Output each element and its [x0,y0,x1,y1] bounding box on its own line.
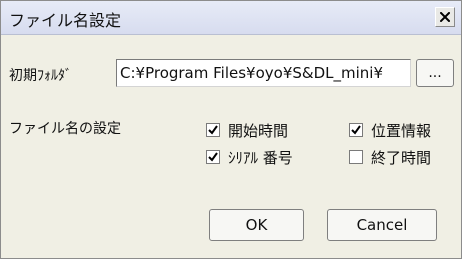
start-time-checkbox[interactable] [206,123,220,137]
location-info-checkbox[interactable] [349,123,363,137]
checkmark-icon [208,152,218,162]
filename-settings-label: ファイル名の設定 [9,121,121,137]
checkmark-icon [208,125,218,135]
ok-button[interactable]: OK [209,209,304,241]
initial-folder-label: 初期ﾌｫﾙﾀﾞ [9,68,72,84]
end-time-label: 終了時間 [371,149,432,167]
window-title: ファイル名設定 [9,11,122,30]
start-time-label: 開始時間 [228,122,289,140]
serial-number-label: ｼﾘｱﾙ 番号 [228,149,293,167]
close-button[interactable] [435,7,455,27]
initial-folder-input[interactable] [116,59,411,87]
browse-button[interactable]: ... [416,59,454,87]
end-time-checkbox[interactable] [349,150,363,164]
title-bar[interactable]: ファイル名設定 [1,1,461,35]
location-info-label: 位置情報 [371,122,432,140]
checkmark-icon [351,125,361,135]
serial-number-checkbox[interactable] [206,150,220,164]
close-icon [440,12,450,22]
cancel-button[interactable]: Cancel [327,209,437,241]
file-name-settings-dialog: ファイル名設定 初期ﾌｫﾙﾀﾞ ... ファイル名の設定 開始時間 位置情報 [0,0,462,259]
